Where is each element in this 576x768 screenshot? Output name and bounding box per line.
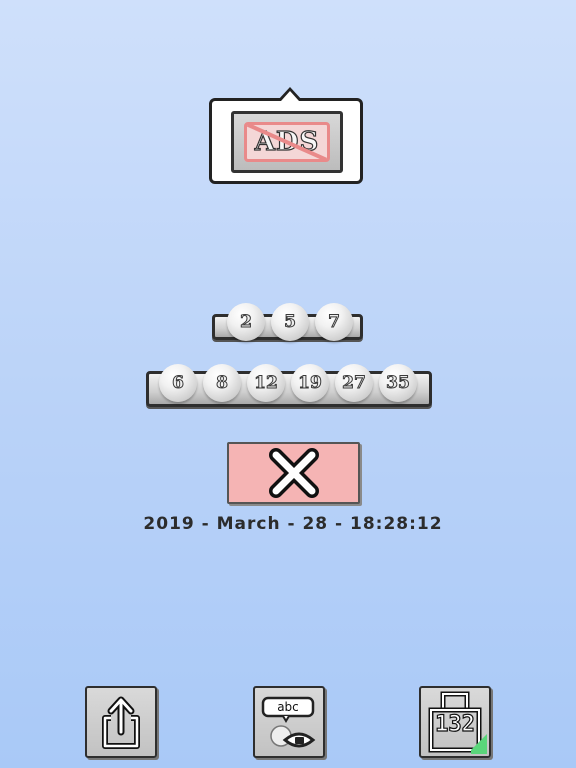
number-ball: 27 [335,364,373,402]
number-ball: 19 [291,364,329,402]
ads-plate: ADS [231,111,343,173]
share-icon [102,696,140,749]
draw-timestamp: 2019 - March - 28 - 18:28:12 [143,514,443,534]
number-ball: 7 [315,303,353,341]
text-mode-label: abc [277,700,299,714]
share-button[interactable] [85,686,157,758]
number-ball: 5 [271,303,309,341]
number-ball: 35 [379,364,417,402]
number-mode-label: 132 [435,711,476,737]
no-ads-icon: ADS [244,122,330,162]
remove-ads-button[interactable]: ADS [209,87,363,184]
draw-row-2: 6 8 12 19 27 35 [159,364,423,402]
number-mode-button[interactable]: 132 [419,686,491,758]
draw-row-1: 2 5 7 [227,303,359,341]
close-icon [268,448,319,498]
text-eye-icon [261,696,316,748]
number-ball: 6 [159,364,197,402]
number-ball: 2 [227,303,265,341]
number-ball: 12 [247,364,285,402]
close-button[interactable] [227,442,360,504]
bubble-tip [278,87,302,101]
number-ball: 8 [203,364,241,402]
text-mode-button[interactable]: abc [253,686,325,758]
